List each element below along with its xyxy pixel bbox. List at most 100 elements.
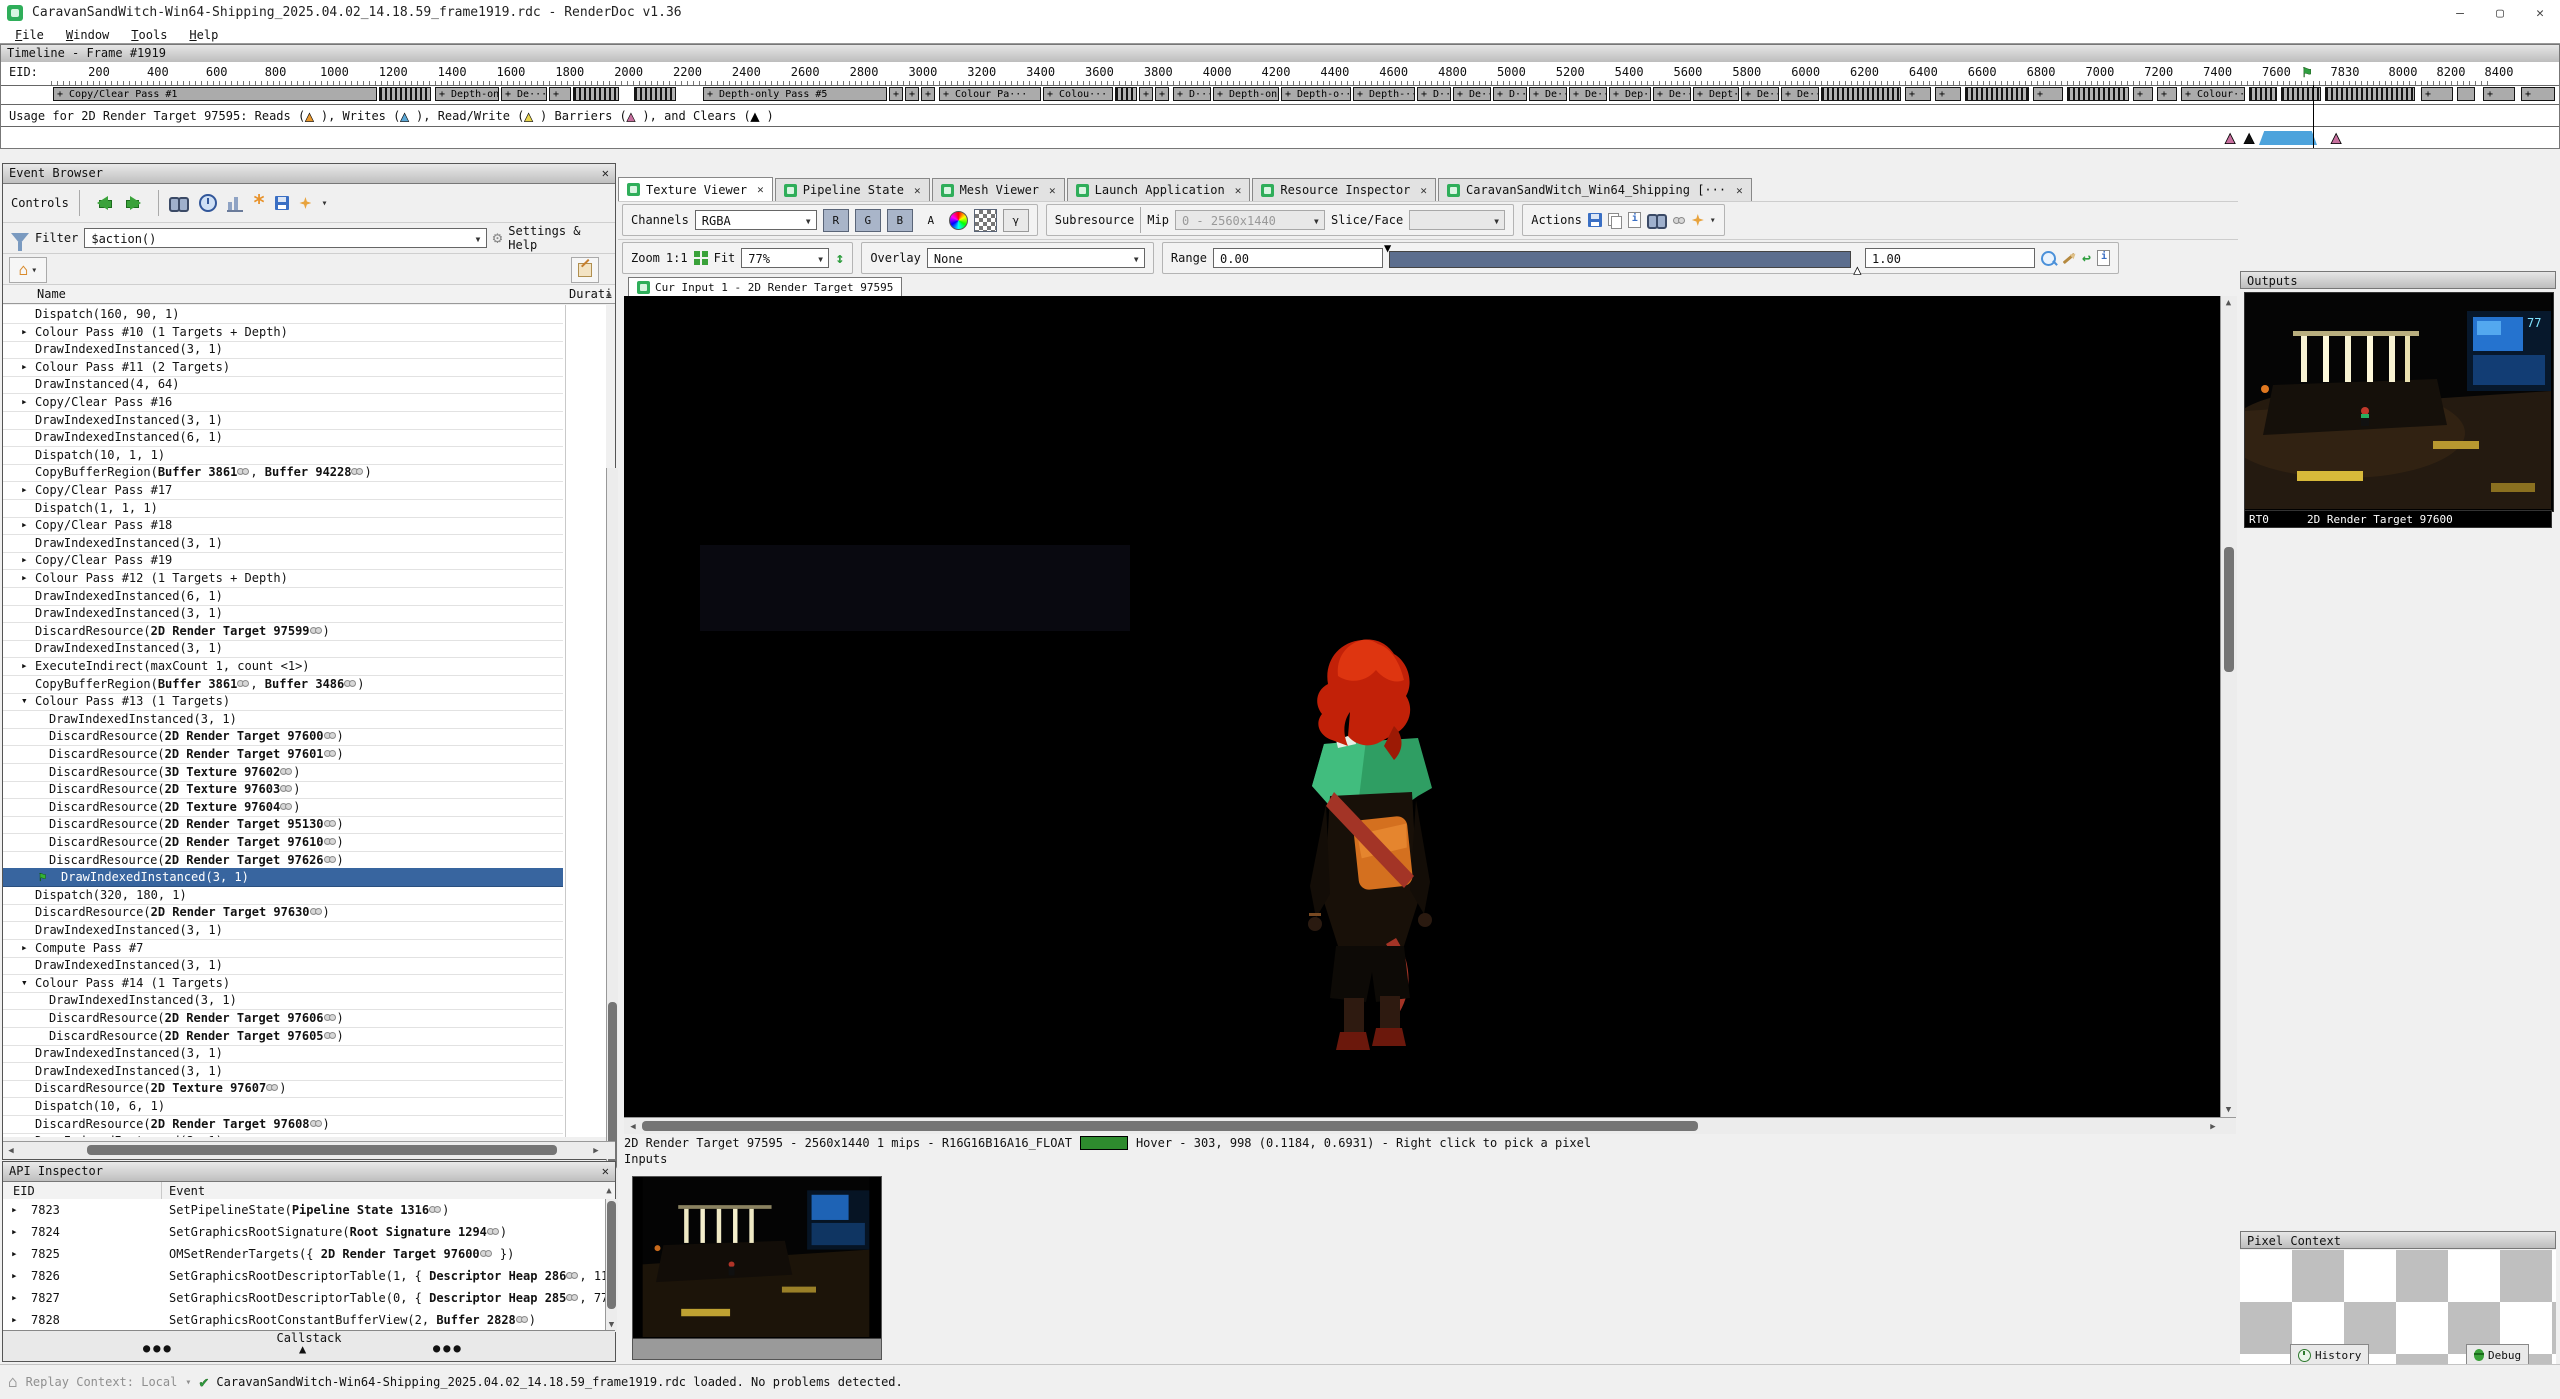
pass-segment[interactable]: + Depth-··· — [1353, 87, 1415, 101]
scroll-left-icon[interactable]: ◀ — [6, 1146, 16, 1156]
pass-activity-barcode[interactable] — [2325, 87, 2415, 101]
event-row[interactable]: ▸Copy/Clear Pass #18 — [3, 516, 563, 535]
green-channel-button[interactable]: G — [855, 209, 881, 232]
pass-segment[interactable]: + Depth-onl··· — [1213, 87, 1279, 101]
event-row[interactable]: DrawIndexedInstanced(3, 1) — [3, 534, 563, 553]
timeline-pass-track[interactable]: + Copy/Clear Pass #1+ Depth-on···+ De···… — [1, 86, 2559, 105]
usage-marker-triangle[interactable]: ▲ — [2244, 128, 2254, 148]
range-slider-bar[interactable] — [1389, 251, 1851, 268]
hscroll-handle[interactable] — [87, 1145, 557, 1155]
callstack-section[interactable]: Callstack ●●● ▲ ●●● — [3, 1330, 615, 1361]
autofit-magnifier-icon[interactable] — [2041, 251, 2056, 266]
event-row[interactable]: DrawIndexedInstanced(3, 1) — [3, 921, 563, 940]
pass-activity-barcode[interactable] — [1821, 87, 1901, 101]
resource-info-icon[interactable] — [1628, 212, 1641, 228]
pass-segment[interactable]: + D··· — [1417, 87, 1451, 101]
texture-hscrollbar[interactable]: ◀ ▶ — [624, 1117, 2236, 1134]
pass-segment[interactable]: + De··· — [1569, 87, 1607, 101]
texture-display[interactable] — [624, 296, 2236, 1117]
event-column-header[interactable]: Event — [169, 1182, 205, 1200]
event-row[interactable]: ▾Colour Pass #14 (1 Targets) — [3, 974, 563, 993]
event-row[interactable]: DiscardResource(2D Texture 97603) — [3, 780, 563, 799]
api-list-vscrollbar[interactable]: ▼ — [605, 1199, 617, 1332]
scroll-up-icon[interactable]: ▲ — [603, 1182, 615, 1200]
close-icon[interactable]: ✕ — [1231, 184, 1242, 197]
pass-segment[interactable]: + — [2483, 87, 2515, 101]
pass-segment[interactable]: + De··· — [1453, 87, 1491, 101]
one-to-one-button[interactable]: 1:1 — [666, 251, 688, 265]
event-row[interactable]: Dispatch(10, 6, 1) — [3, 1097, 563, 1116]
pass-activity-barcode[interactable] — [2067, 87, 2129, 101]
event-row[interactable]: DiscardResource(2D Texture 97604) — [3, 798, 563, 817]
pass-segment[interactable]: + — [1905, 87, 1931, 101]
timeline-ruler[interactable]: EID: 20040060080010001200140016001800200… — [1, 62, 2559, 86]
event-row[interactable]: DrawIndexedInstanced(3, 1) — [3, 411, 563, 430]
export-icon[interactable] — [275, 196, 289, 210]
chevron-right-icon[interactable]: ▸ — [21, 939, 28, 957]
pass-activity-barcode[interactable] — [1115, 87, 1137, 101]
copy-icon[interactable] — [1608, 213, 1622, 227]
pass-segment[interactable]: + Dep··· — [1609, 87, 1651, 101]
pass-segment[interactable]: + De··· — [1653, 87, 1691, 101]
channels-select[interactable]: RGBA — [695, 210, 817, 230]
output-thumbnail[interactable]: 77 — [2244, 292, 2554, 512]
event-row[interactable]: ▸Copy/Clear Pass #16 — [3, 393, 563, 412]
pass-segment[interactable]: + — [2421, 87, 2453, 101]
chevron-right-icon[interactable]: ▸ — [11, 1265, 18, 1287]
settings-help-link[interactable]: Settings & Help — [508, 224, 615, 252]
menu-item-file[interactable]: File — [4, 27, 55, 43]
chevron-down-icon[interactable]: ▾ — [1710, 215, 1716, 226]
event-row[interactable]: DiscardResource(3D Texture 97602) — [3, 763, 563, 782]
pass-segment[interactable]: + D··· — [1493, 87, 1527, 101]
close-icon[interactable]: ✕ — [1732, 184, 1743, 197]
scroll-down-icon[interactable]: ▼ — [606, 1320, 617, 1330]
event-row[interactable]: DrawIndexedInstanced(6, 1) — [3, 428, 563, 447]
tab-launch-application[interactable]: Launch Application✕ — [1067, 178, 1251, 201]
event-list-header[interactable]: Name Durati ▲ — [3, 285, 615, 304]
flip-y-icon[interactable]: ↕ — [835, 249, 844, 267]
pass-segment[interactable]: + — [549, 87, 571, 101]
range-white-point-handle[interactable]: ▲ — [1854, 263, 1861, 277]
replay-context-label[interactable]: Replay Context: Local — [26, 1375, 178, 1389]
pass-segment[interactable]: + — [1935, 87, 1961, 101]
blue-channel-button[interactable]: B — [887, 209, 913, 232]
event-list[interactable]: Dispatch(160, 90, 1)▸Colour Pass #10 (1 … — [3, 305, 606, 1137]
chevron-down-icon[interactable]: ▾ — [21, 692, 28, 710]
event-row[interactable]: DrawIndexedInstanced(3, 1) — [3, 956, 563, 975]
mip-select[interactable]: 0 - 2560x1440 — [1175, 210, 1325, 230]
event-row[interactable]: DiscardResource(2D Render Target 97626) — [3, 851, 563, 870]
pass-segment[interactable]: + Colou··· — [1043, 87, 1113, 101]
event-row[interactable]: DiscardResource(2D Render Target 97630) — [3, 903, 563, 922]
color-wheel-icon[interactable] — [949, 211, 968, 230]
event-row[interactable]: CopyBufferRegion(Buffer 3861, Buffer 348… — [3, 675, 563, 694]
range-max-input[interactable]: 1.00 — [1865, 248, 2035, 268]
link-icon[interactable] — [1673, 216, 1686, 225]
gear-icon[interactable]: ⚙ — [493, 230, 503, 246]
output-thumbnail-label[interactable]: RT0 2D Render Target 97600 — [2244, 510, 2552, 528]
chevron-down-icon[interactable]: ▾ — [185, 1377, 191, 1388]
menu-item-tools[interactable]: Tools — [120, 27, 178, 43]
api-call-row[interactable]: ▸7828SetGraphicsRootConstantBufferView(2… — [3, 1309, 605, 1332]
pass-activity-barcode[interactable] — [2281, 87, 2321, 101]
api-call-list[interactable]: ▸7823SetPipelineState(Pipeline State 131… — [3, 1199, 605, 1332]
event-row[interactable]: Dispatch(320, 180, 1) — [3, 886, 563, 905]
close-icon[interactable]: ✕ — [602, 1162, 609, 1181]
chevron-right-icon[interactable]: ▸ — [21, 657, 28, 675]
scroll-left-icon[interactable]: ◀ — [628, 1122, 638, 1132]
pass-segment[interactable]: + — [889, 87, 903, 101]
tab-pipeline-state[interactable]: Pipeline State✕ — [775, 178, 930, 201]
chevron-right-icon[interactable]: ▸ — [21, 551, 28, 569]
bookmark-home-button[interactable]: ⌂▾ — [9, 257, 47, 283]
alpha-channel-button[interactable]: A — [919, 210, 943, 231]
pass-activity-barcode[interactable] — [2249, 87, 2277, 101]
pass-segment[interactable]: + — [2157, 87, 2177, 101]
texture-vscrollbar[interactable]: ▲ ▼ — [2220, 296, 2237, 1117]
event-row[interactable]: DiscardResource(2D Render Target 97605) — [3, 1027, 563, 1046]
pass-segment[interactable]: + Copy/Clear Pass #1 — [53, 87, 377, 101]
chevron-right-icon[interactable]: ▸ — [11, 1309, 18, 1331]
filter-input[interactable]: $action() — [84, 228, 486, 248]
pass-segment[interactable]: + Colour··· — [2181, 87, 2245, 101]
pass-segment[interactable]: + De··· — [501, 87, 547, 101]
event-row[interactable]: ▸Colour Pass #11 (2 Targets) — [3, 358, 563, 377]
scroll-right-icon[interactable]: ▶ — [2208, 1122, 2218, 1132]
